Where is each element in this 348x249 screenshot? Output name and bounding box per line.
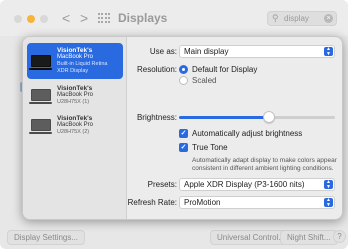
- display-item-u28h75x-1[interactable]: VisionTek's MacBook Pro U28H75X (1): [27, 81, 123, 109]
- true-tone-checkbox[interactable]: ✓: [179, 143, 188, 152]
- night-shift-button[interactable]: Night Shift...: [280, 230, 338, 245]
- use-as-popup[interactable]: Main display ▲ ▼: [179, 45, 335, 58]
- displays-window: < > Displays ⚲ display × Display Setting…: [0, 0, 348, 249]
- true-tone-label: True Tone: [192, 143, 228, 152]
- display-detail: Built-in Liquid Retina: [57, 61, 108, 67]
- close-window-button[interactable]: [14, 15, 22, 23]
- chevron-updown-icon: ▲ ▼: [324, 198, 333, 207]
- display-name: VisionTek's: [57, 47, 93, 54]
- brightness-slider[interactable]: [179, 116, 335, 119]
- back-button[interactable]: <: [62, 10, 70, 26]
- display-model: MacBook Pro: [57, 92, 94, 98]
- display-item-u28h75x-2[interactable]: VisionTek's MacBook Pro U28H75X (2): [27, 111, 123, 139]
- resolution-scaled-radio[interactable]: [179, 76, 188, 85]
- resolution-default-radio[interactable]: [179, 65, 188, 74]
- display-name: VisionTek's: [57, 115, 93, 122]
- presets-label: Presets:: [147, 180, 177, 189]
- window-title: Displays: [118, 11, 168, 25]
- external-display-icon: [29, 89, 52, 104]
- zoom-window-button[interactable]: [40, 15, 48, 23]
- display-model: MacBook Pro: [57, 54, 94, 60]
- brightness-slider-fill: [179, 116, 270, 119]
- display-settings-sheet: VisionTek's MacBook Pro Built-in Liquid …: [22, 36, 343, 220]
- show-all-grid-icon[interactable]: [98, 13, 110, 24]
- forward-button[interactable]: >: [80, 10, 88, 26]
- refresh-rate-value: ProMotion: [184, 198, 221, 207]
- title-bar: < > Displays ⚲ display ×: [0, 0, 348, 36]
- external-display-icon: [29, 119, 52, 134]
- display-detail: U28H75X (2): [57, 129, 90, 135]
- brightness-slider-knob[interactable]: [263, 111, 276, 123]
- auto-brightness-label: Automatically adjust brightness: [192, 129, 303, 138]
- help-button-bottom[interactable]: ?: [333, 230, 346, 243]
- auto-brightness-checkbox[interactable]: ✓: [179, 129, 188, 138]
- display-detail: U28H75X (1): [57, 99, 90, 105]
- display-settings-button[interactable]: Display Settings...: [7, 230, 86, 245]
- resolution-default-label: Default for Display: [192, 65, 258, 74]
- display-detail-2: XDR Display: [57, 68, 89, 74]
- background-panel: [0, 36, 26, 226]
- search-field[interactable]: ⚲ display ×: [267, 11, 337, 26]
- presets-value: Apple XDR Display (P3-1600 nits): [184, 180, 305, 189]
- clear-search-icon[interactable]: ×: [324, 14, 333, 23]
- refresh-rate-label: Refresh Rate:: [127, 198, 177, 207]
- laptop-display-icon: [29, 55, 52, 70]
- use-as-label: Use as:: [149, 47, 177, 56]
- use-as-value: Main display: [184, 47, 229, 56]
- brightness-label: Brightness:: [136, 113, 177, 122]
- display-model: MacBook Pro: [57, 122, 94, 128]
- search-input[interactable]: display: [284, 14, 309, 23]
- minimize-window-button[interactable]: [27, 15, 35, 23]
- resolution-scaled-label: Scaled: [192, 76, 217, 85]
- display-item-built-in[interactable]: VisionTek's MacBook Pro Built-in Liquid …: [27, 43, 123, 79]
- refresh-rate-popup[interactable]: ProMotion ▲ ▼: [179, 196, 335, 209]
- chevron-updown-icon: ▲ ▼: [324, 47, 333, 56]
- display-list: VisionTek's MacBook Pro Built-in Liquid …: [23, 37, 127, 219]
- search-icon: ⚲: [272, 13, 279, 23]
- chevron-updown-icon: ▲ ▼: [324, 180, 333, 189]
- display-name: VisionTek's: [57, 85, 93, 92]
- true-tone-description: Automatically adapt display to make colo…: [192, 157, 337, 172]
- resolution-label: Resolution:: [136, 65, 177, 74]
- presets-popup[interactable]: Apple XDR Display (P3-1600 nits) ▲ ▼: [179, 178, 335, 191]
